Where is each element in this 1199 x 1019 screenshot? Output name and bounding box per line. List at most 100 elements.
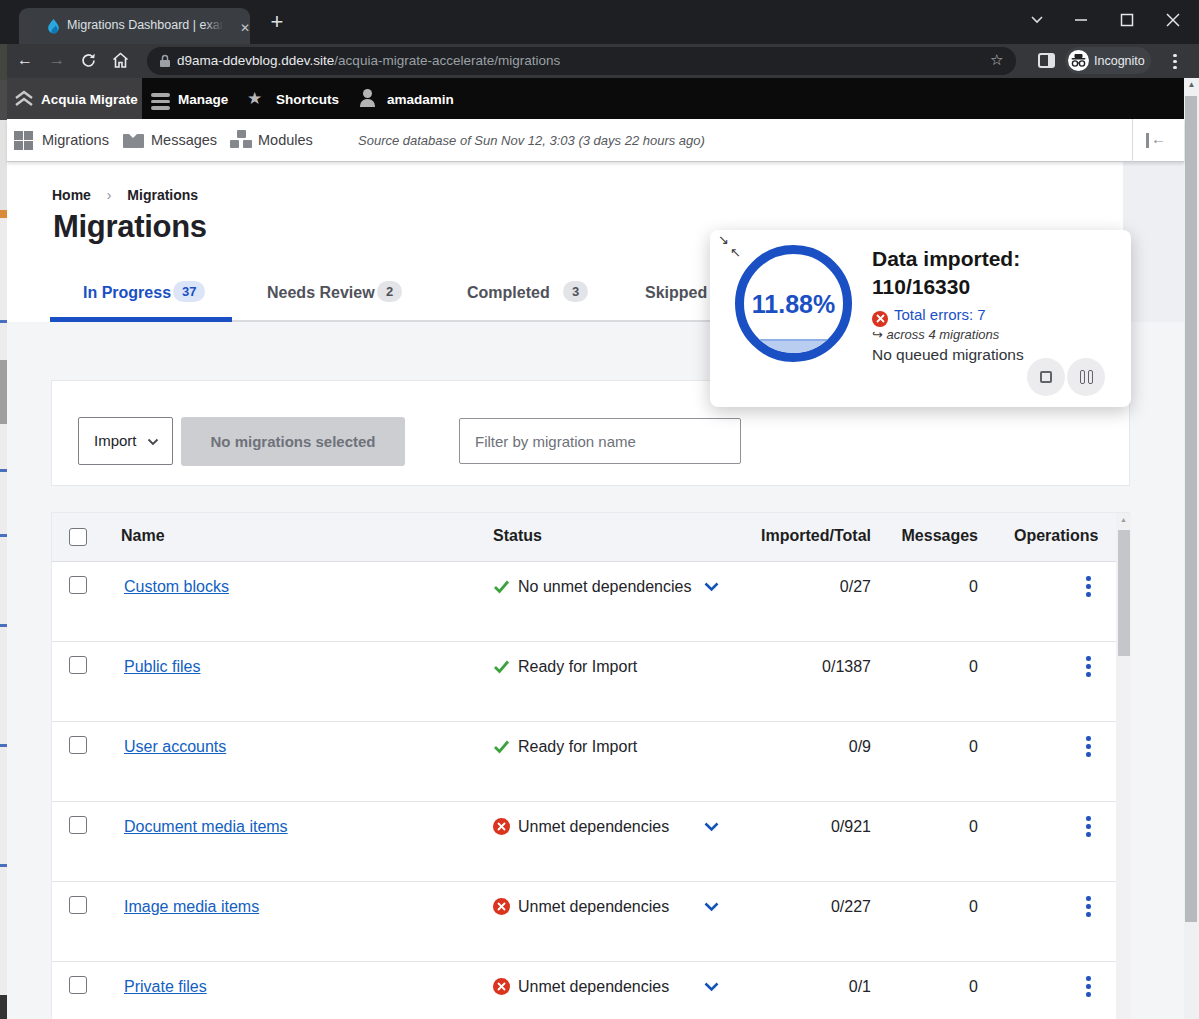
- scrollbar-up-icon[interactable]: ▲: [1184, 80, 1199, 89]
- drupal-favicon: [45, 18, 62, 35]
- manage-menu[interactable]: Manage: [178, 92, 228, 107]
- tab-in-progress[interactable]: In Progress: [83, 284, 171, 302]
- window-maximize-icon[interactable]: [1110, 4, 1144, 36]
- page-scrollbar[interactable]: ▲: [1184, 78, 1199, 1019]
- status-text: Unmet dependencies: [518, 898, 669, 916]
- reload-icon[interactable]: [80, 52, 97, 69]
- filter-input[interactable]: [459, 418, 741, 464]
- messages-count: 0: [969, 818, 978, 836]
- operations-kebab-icon[interactable]: [1086, 816, 1091, 840]
- progress-ring-fill: [744, 339, 843, 353]
- queued-migrations: No queued migrations: [872, 346, 1024, 364]
- resize-nw-icon[interactable]: ↖: [730, 245, 741, 260]
- tab-needs-review[interactable]: Needs Review: [267, 284, 375, 302]
- import-dropdown-button[interactable]: Import: [78, 417, 173, 465]
- messages-count: 0: [969, 578, 978, 596]
- messages-count: 0: [969, 898, 978, 916]
- shortcuts-menu[interactable]: Shortcuts: [276, 92, 339, 107]
- pause-button[interactable]: [1067, 358, 1105, 396]
- right-margin: [1123, 162, 1184, 322]
- migration-link[interactable]: Image media items: [124, 898, 259, 916]
- address-bar[interactable]: d9ama-ddevblog.ddev.site/acquia-migrate-…: [147, 47, 1016, 75]
- header-imported: Imported/Total: [761, 527, 871, 545]
- operations-kebab-icon[interactable]: [1086, 976, 1091, 1000]
- import-label: Import: [94, 432, 137, 449]
- import-chevron-icon: [147, 438, 159, 446]
- stop-button[interactable]: [1027, 358, 1065, 396]
- table-row: User accounts Ready for Import 0/9 0: [52, 722, 1130, 802]
- resize-se-icon[interactable]: ↘: [718, 232, 729, 247]
- status-chevron-icon[interactable]: [704, 582, 719, 592]
- window-chevron-icon[interactable]: [1020, 4, 1054, 36]
- table-row: Custom blocks No unmet dependencies 0/27…: [52, 562, 1130, 642]
- back-icon[interactable]: ←: [14, 51, 36, 69]
- new-tab-button[interactable]: +: [266, 10, 288, 34]
- row-checkbox[interactable]: [69, 576, 87, 594]
- incognito-label: Incognito: [1094, 54, 1145, 68]
- page-scrollbar-thumb[interactable]: [1185, 96, 1197, 922]
- imported-total: 0/227: [831, 898, 871, 916]
- browser-menu-icon[interactable]: [1170, 51, 1180, 72]
- status-chevron-icon[interactable]: [704, 822, 719, 832]
- status-ok-icon: [493, 658, 510, 675]
- operations-kebab-icon[interactable]: [1086, 656, 1091, 680]
- migration-link[interactable]: Private files: [124, 978, 207, 996]
- table-scrollbar-thumb[interactable]: [1118, 530, 1130, 656]
- operations-kebab-icon[interactable]: [1086, 576, 1091, 600]
- row-checkbox[interactable]: [69, 736, 87, 754]
- bookmark-star-icon[interactable]: ☆: [990, 51, 1003, 69]
- table-row: Private files Unmet dependencies 0/1 0: [52, 962, 1130, 1019]
- tab-close-icon[interactable]: ✕: [237, 20, 253, 36]
- background-window-sliver: [0, 44, 7, 1019]
- imported-total: 0/1: [849, 978, 871, 996]
- modules-nav[interactable]: Modules: [258, 132, 313, 148]
- browser-tab[interactable]: Migrations Dashboard | example ✕: [19, 8, 250, 44]
- migration-link[interactable]: User accounts: [124, 738, 226, 756]
- total-errors[interactable]: Total errors: 7: [872, 306, 986, 327]
- operations-kebab-icon[interactable]: [1086, 896, 1091, 920]
- messages-count: 0: [969, 658, 978, 676]
- side-panel-icon[interactable]: [1038, 53, 1055, 68]
- toolbar-separator: [1132, 119, 1133, 162]
- table-scrollbar-up-icon[interactable]: ▲: [1116, 516, 1131, 523]
- migration-link[interactable]: Custom blocks: [124, 578, 229, 596]
- page-title: Migrations: [53, 209, 207, 245]
- status-text: No unmet dependencies: [518, 578, 691, 596]
- migrations-nav[interactable]: Migrations: [42, 132, 109, 148]
- tab-completed[interactable]: Completed: [467, 284, 550, 302]
- status-text: Unmet dependencies: [518, 978, 669, 996]
- migration-link[interactable]: Document media items: [124, 818, 288, 836]
- home-icon[interactable]: [111, 51, 130, 70]
- migrations-grid-icon: [14, 131, 33, 150]
- status-chevron-icon[interactable]: [704, 982, 719, 992]
- pause-icon: [1080, 370, 1085, 384]
- forward-icon[interactable]: →: [46, 51, 68, 69]
- breadcrumb-home[interactable]: Home: [52, 187, 91, 203]
- window-minimize-icon[interactable]: [1064, 4, 1098, 36]
- table-scrollbar[interactable]: ▲: [1116, 513, 1131, 1019]
- messages-icon: [123, 134, 144, 148]
- browser-titlebar: Migrations Dashboard | example ✕ +: [0, 0, 1199, 44]
- double-chevron-up-icon: [13, 90, 35, 107]
- row-checkbox[interactable]: [69, 976, 87, 994]
- migration-link[interactable]: Public files: [124, 658, 200, 676]
- row-checkbox[interactable]: [69, 816, 87, 834]
- incognito-badge: Incognito: [1065, 47, 1151, 74]
- user-menu[interactable]: amadamin: [387, 92, 454, 107]
- header-messages: Messages: [902, 527, 979, 545]
- window-close-icon[interactable]: [1156, 4, 1190, 36]
- row-checkbox[interactable]: [69, 656, 87, 674]
- padlock-icon: [159, 54, 171, 68]
- table-header: Name Status Imported/Total Messages Oper…: [52, 513, 1130, 562]
- url-host: d9ama-ddevblog.ddev.site: [177, 53, 334, 68]
- status-ok-icon: [493, 578, 510, 595]
- tab-skipped[interactable]: Skipped: [645, 284, 707, 302]
- status-error-icon: [493, 978, 510, 995]
- row-checkbox[interactable]: [69, 896, 87, 914]
- select-all-checkbox[interactable]: [69, 528, 87, 546]
- status-chevron-icon[interactable]: [704, 902, 719, 912]
- operations-kebab-icon[interactable]: [1086, 736, 1091, 760]
- status-text: Ready for Import: [518, 738, 637, 756]
- data-imported-label: Data imported:: [872, 247, 1020, 271]
- messages-nav[interactable]: Messages: [151, 132, 217, 148]
